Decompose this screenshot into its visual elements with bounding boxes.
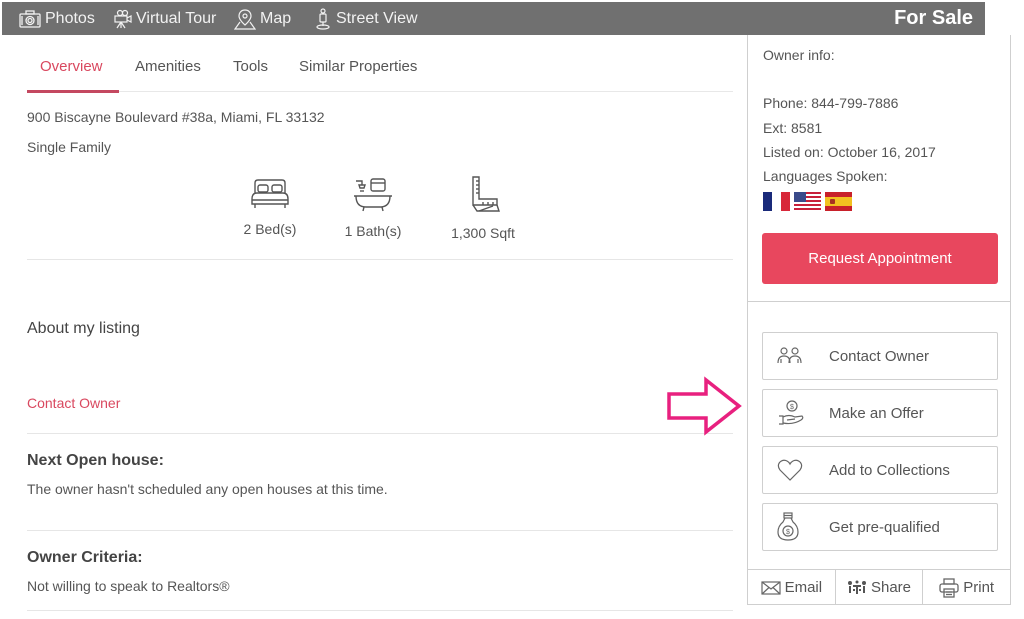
people-icon bbox=[777, 347, 802, 364]
panel-divider bbox=[748, 301, 1010, 302]
envelope-icon bbox=[760, 580, 781, 595]
ruler-icon bbox=[472, 176, 500, 212]
feature-baths: 1 Bath(s) bbox=[318, 175, 428, 239]
pegman-icon bbox=[316, 7, 330, 30]
heart-icon bbox=[777, 459, 803, 481]
request-appointment-button[interactable]: Request Appointment bbox=[762, 233, 998, 284]
owner-info-label: Owner info: bbox=[763, 47, 835, 63]
property-type: Single Family bbox=[27, 139, 112, 155]
owner-phone: Phone: 844-799-7886 bbox=[763, 95, 899, 111]
feature-beds-label: 2 Bed(s) bbox=[243, 221, 297, 237]
email-button[interactable]: Email bbox=[748, 570, 836, 605]
nav-map-label: Map bbox=[260, 9, 292, 27]
contact-owner-link[interactable]: Contact Owner bbox=[27, 395, 120, 411]
contact-owner-button[interactable]: Contact Owner bbox=[762, 332, 998, 380]
open-house-heading: Next Open house: bbox=[27, 452, 164, 469]
property-address: 900 Biscayne Boulevard #38a, Miami, FL 3… bbox=[27, 109, 325, 125]
flag-spain-icon bbox=[825, 192, 852, 211]
owner-criteria-heading: Owner Criteria: bbox=[27, 549, 143, 566]
divider bbox=[27, 610, 733, 611]
flag-usa-icon bbox=[794, 192, 821, 211]
share-icon bbox=[847, 580, 866, 594]
owner-ext: Ext: 8581 bbox=[763, 120, 823, 136]
svg-text:$: $ bbox=[786, 529, 790, 536]
add-to-collections-label: Add to Collections bbox=[829, 461, 950, 479]
annotation-arrow-icon bbox=[667, 376, 742, 436]
status-badge: For Sale bbox=[894, 7, 973, 29]
add-to-collections-button[interactable]: Add to Collections bbox=[762, 446, 998, 494]
nav-photos[interactable]: Photos bbox=[19, 2, 95, 35]
nav-street-view[interactable]: Street View bbox=[314, 2, 418, 35]
get-prequalified-label: Get pre-qualified bbox=[829, 518, 940, 536]
tab-bar: Overview Amenities Tools Similar Propert… bbox=[27, 50, 733, 93]
hand-coin-icon: $ bbox=[779, 400, 804, 425]
feature-sqft-label: 1,300 Sqft bbox=[451, 225, 515, 241]
feature-sqft: 1,300 Sqft bbox=[428, 175, 538, 241]
tab-overview[interactable]: Overview bbox=[40, 58, 103, 75]
nav-street-view-label: Street View bbox=[336, 9, 418, 27]
owner-panel: Owner info: Phone: 844-799-7886 Ext: 858… bbox=[747, 35, 1011, 605]
video-camera-icon bbox=[114, 9, 132, 28]
tab-tools[interactable]: Tools bbox=[233, 58, 268, 75]
divider bbox=[27, 530, 733, 531]
flag-france-icon bbox=[763, 192, 790, 211]
make-offer-button[interactable]: $ Make an Offer bbox=[762, 389, 998, 437]
map-pin-icon bbox=[234, 8, 256, 30]
svg-text:$: $ bbox=[790, 404, 794, 411]
print-label: Print bbox=[963, 579, 995, 596]
language-flags bbox=[763, 192, 852, 211]
nav-virtual-tour-label: Virtual Tour bbox=[136, 9, 217, 27]
feature-beds: 2 Bed(s) bbox=[215, 175, 325, 237]
about-heading: About my listing bbox=[27, 320, 140, 337]
email-label: Email bbox=[784, 579, 823, 596]
divider bbox=[27, 259, 733, 260]
contact-owner-label: Contact Owner bbox=[829, 347, 930, 365]
print-button[interactable]: Print bbox=[923, 570, 1010, 605]
owner-criteria-text: Not willing to speak to Realtors® bbox=[27, 578, 230, 594]
bed-icon bbox=[251, 179, 289, 208]
active-tab-indicator bbox=[27, 90, 119, 93]
camera-icon bbox=[19, 9, 41, 28]
printer-icon bbox=[939, 577, 959, 598]
share-button[interactable]: Share bbox=[836, 570, 924, 605]
tab-similar-properties[interactable]: Similar Properties bbox=[299, 58, 417, 75]
top-nav-bar: Photos Virtual Tour Map Street View For … bbox=[2, 2, 985, 35]
bathtub-icon bbox=[354, 178, 392, 212]
nav-photos-label: Photos bbox=[45, 9, 95, 27]
nav-virtual-tour[interactable]: Virtual Tour bbox=[112, 2, 216, 35]
tab-amenities[interactable]: Amenities bbox=[135, 58, 201, 75]
share-actions-bar: Email Share Print bbox=[748, 569, 1010, 605]
divider bbox=[27, 433, 733, 434]
get-prequalified-button[interactable]: $ Get pre-qualified bbox=[762, 503, 998, 551]
feature-baths-label: 1 Bath(s) bbox=[344, 223, 402, 239]
nav-map[interactable]: Map bbox=[234, 2, 291, 35]
listed-date: Listed on: October 16, 2017 bbox=[763, 144, 936, 160]
languages-label: Languages Spoken: bbox=[763, 168, 888, 184]
money-bag-icon: $ bbox=[777, 512, 799, 541]
share-label: Share bbox=[870, 579, 912, 596]
open-house-text: The owner hasn't scheduled any open hous… bbox=[27, 481, 388, 497]
make-offer-label: Make an Offer bbox=[829, 404, 924, 422]
